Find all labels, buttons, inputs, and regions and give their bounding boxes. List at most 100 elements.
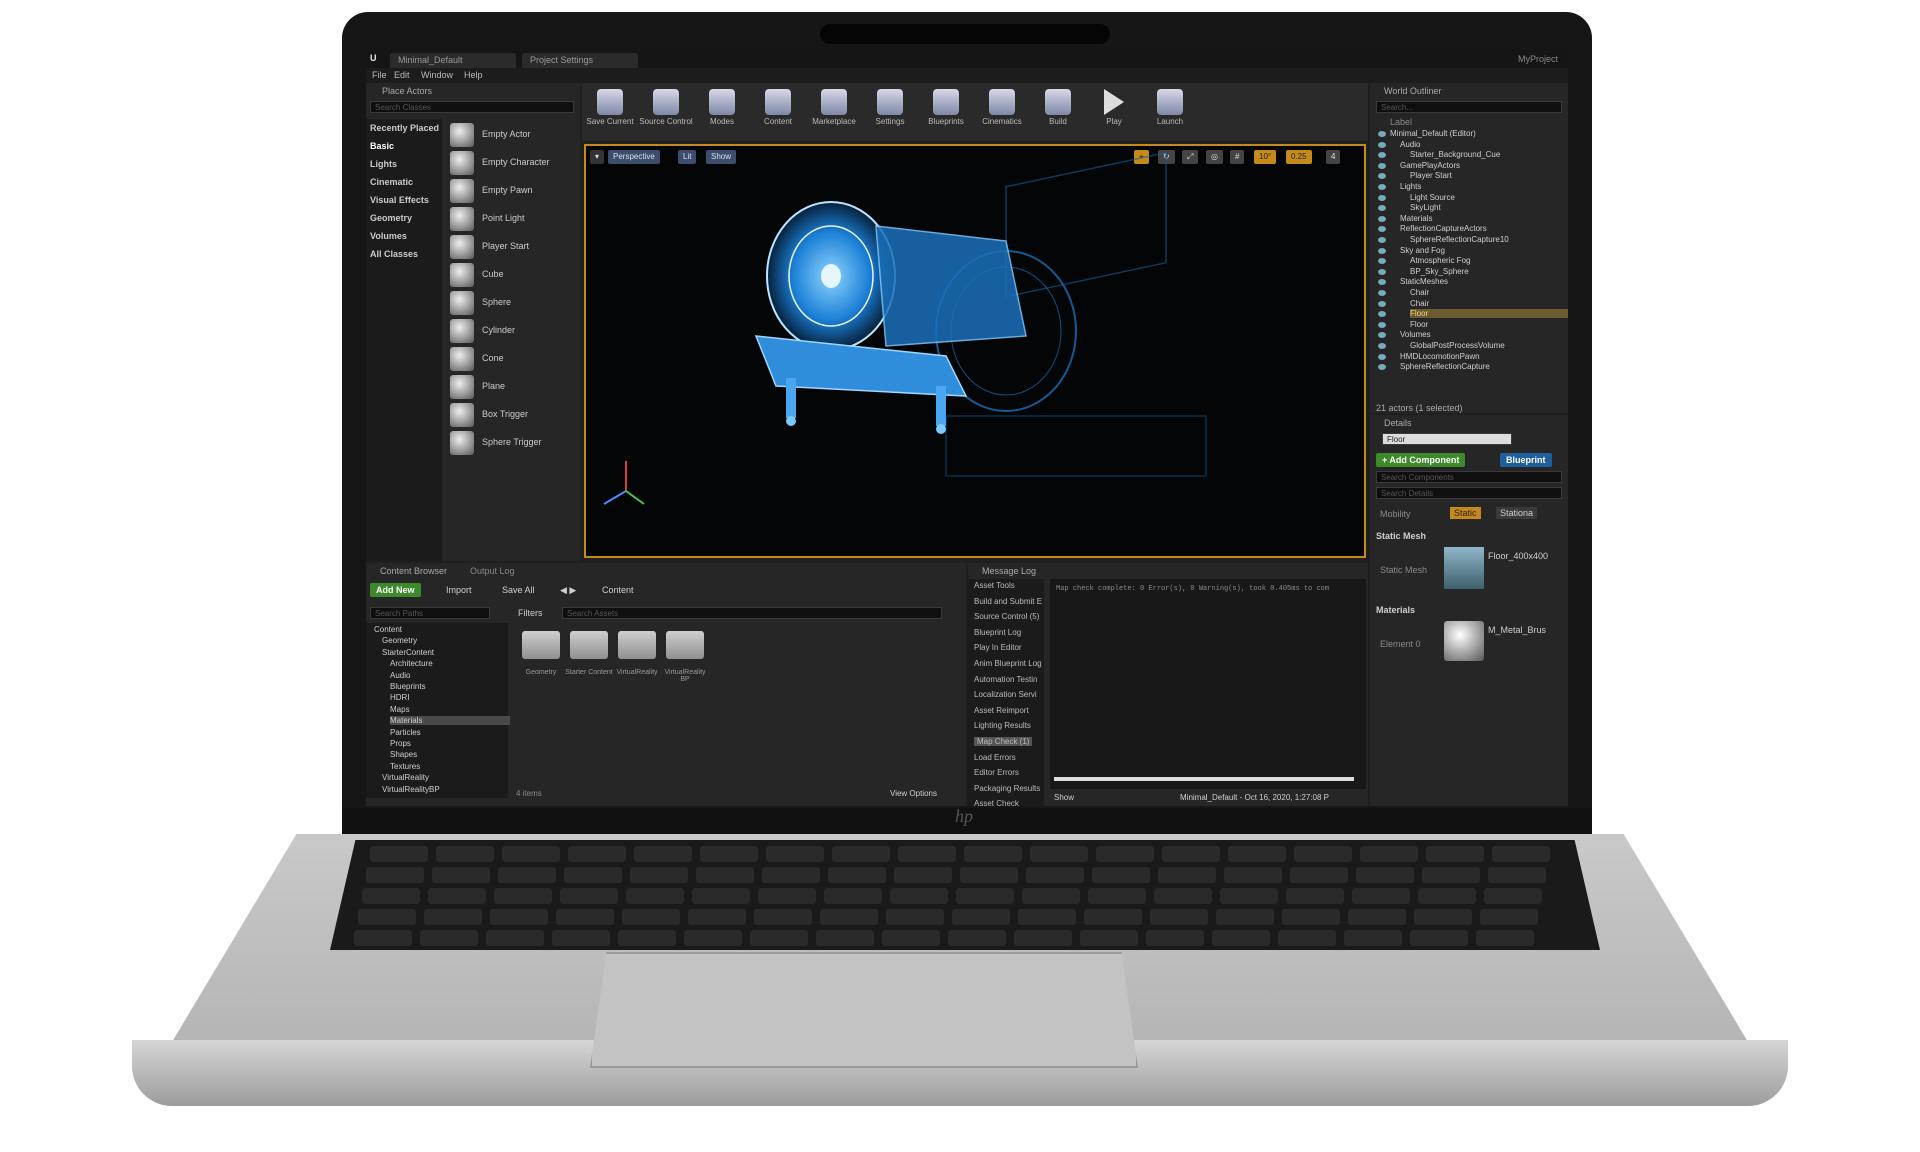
category-cinematic[interactable]: Cinematic xyxy=(370,177,413,187)
folder-tree-item[interactable]: Audio xyxy=(390,671,410,680)
add-component-button[interactable]: + Add Component xyxy=(1376,453,1466,467)
actor-name-field[interactable]: Floor xyxy=(1382,433,1512,445)
message-log-category[interactable]: Lighting Results xyxy=(974,721,1031,730)
message-log-category[interactable]: Packaging Results xyxy=(974,784,1040,793)
log-page-selector[interactable]: Minimal_Default - Oct 16, 2020, 1:27:08 … xyxy=(1180,793,1329,802)
nav-back-forward-icon[interactable]: ◀ ▶ xyxy=(560,585,576,596)
actor-point-light[interactable]: Point Light xyxy=(446,205,566,233)
outliner-item[interactable]: GamePlayActors xyxy=(1400,161,1460,170)
visibility-eye-icon[interactable] xyxy=(1378,321,1386,328)
search-assets-input[interactable]: Search Assets xyxy=(562,607,942,619)
message-log-category[interactable]: Build and Submit E xyxy=(974,597,1042,606)
folder-virtualreality[interactable] xyxy=(618,631,656,659)
save-all-button[interactable]: Save All xyxy=(502,585,535,595)
search-paths-input[interactable]: Search Paths xyxy=(370,607,490,619)
cinematics-button[interactable]: Cinematics xyxy=(974,87,1030,137)
outliner-item[interactable]: Materials xyxy=(1400,214,1432,223)
visibility-eye-icon[interactable] xyxy=(1378,311,1386,318)
material-thumbnail[interactable] xyxy=(1444,621,1484,661)
folder-virtualreality-bp[interactable] xyxy=(666,631,704,659)
build-button[interactable]: Build xyxy=(1030,87,1086,137)
blueprints-button[interactable]: Blueprints xyxy=(918,87,974,137)
blueprint-button[interactable]: Blueprint xyxy=(1500,453,1552,467)
settings-button[interactable]: Settings xyxy=(862,87,918,137)
actor-sphere[interactable]: Sphere xyxy=(446,289,566,317)
visibility-eye-icon[interactable] xyxy=(1378,343,1386,349)
visibility-eye-icon[interactable] xyxy=(1378,353,1386,360)
search-details-input[interactable]: Search Details xyxy=(1376,487,1562,499)
folder-geometry[interactable] xyxy=(522,631,560,659)
actor-plane[interactable]: Plane xyxy=(446,373,566,401)
save-current-button[interactable]: Save Current xyxy=(582,87,638,137)
message-log-category[interactable]: Anim Blueprint Log xyxy=(974,659,1042,668)
visibility-eye-icon[interactable] xyxy=(1378,194,1386,201)
outliner-item[interactable]: SphereReflectionCapture10 xyxy=(1410,235,1509,244)
static-mesh-thumbnail[interactable] xyxy=(1444,547,1484,589)
folder-tree-item[interactable]: Content xyxy=(374,625,402,634)
outliner-item[interactable]: Audio xyxy=(1400,140,1420,149)
filters-button[interactable]: Filters xyxy=(518,608,543,618)
folder-tree-item[interactable]: Particles xyxy=(390,728,421,737)
mobility-stationary-toggle[interactable]: Stationa xyxy=(1496,507,1538,519)
folder-tree-item[interactable]: HDRI xyxy=(390,693,410,702)
log-scrollbar[interactable] xyxy=(1054,777,1354,781)
visibility-eye-icon[interactable] xyxy=(1378,300,1386,307)
outliner-item[interactable]: Lights xyxy=(1400,182,1421,191)
menu-help[interactable]: Help xyxy=(464,70,483,80)
menu-file[interactable]: File xyxy=(372,70,387,80)
add-new-button[interactable]: Add New xyxy=(370,583,421,597)
message-log-category[interactable]: Asset Check xyxy=(974,799,1019,806)
actor-sphere-trigger[interactable]: Sphere Trigger xyxy=(446,429,566,457)
outliner-item[interactable]: StaticMeshes xyxy=(1400,277,1448,286)
message-log-category[interactable]: Load Errors xyxy=(974,753,1016,762)
actor-empty-pawn[interactable]: Empty Pawn xyxy=(446,177,566,205)
category-lights[interactable]: Lights xyxy=(370,159,397,169)
category-visual-effects[interactable]: Visual Effects xyxy=(370,195,429,205)
folder-tree-item[interactable]: StarterContent xyxy=(382,648,434,657)
message-log-category[interactable]: Asset Tools xyxy=(974,581,1015,590)
static-mesh-section[interactable]: Static Mesh xyxy=(1376,531,1426,541)
outliner-item[interactable]: Sky and Fog xyxy=(1400,246,1445,255)
folder-tree-item[interactable]: Maps xyxy=(390,705,410,714)
folder-tree-item[interactable]: Geometry xyxy=(382,636,417,645)
visibility-eye-icon[interactable] xyxy=(1378,290,1386,296)
message-log-category[interactable]: Play In Editor xyxy=(974,643,1022,652)
visibility-eye-icon[interactable] xyxy=(1378,184,1386,190)
outliner-item[interactable]: Atmospheric Fog xyxy=(1410,256,1470,265)
outliner-item[interactable]: Floor xyxy=(1410,309,1568,319)
modes-button[interactable]: Modes xyxy=(694,87,750,137)
visibility-eye-icon[interactable] xyxy=(1378,268,1386,275)
outliner-search-input[interactable]: Search... xyxy=(1376,101,1562,113)
outliner-item[interactable]: Starter_Background_Cue xyxy=(1410,150,1500,159)
menu-edit[interactable]: Edit xyxy=(394,70,410,80)
folder-tree-item[interactable]: Materials xyxy=(390,716,510,726)
actor-empty-actor[interactable]: Empty Actor xyxy=(446,121,566,149)
tab-minimal-default[interactable]: Minimal_Default xyxy=(390,53,516,68)
message-log-category[interactable]: Localization Servi xyxy=(974,690,1037,699)
show-filter-button[interactable]: Show xyxy=(1054,793,1074,802)
folder-tree-item[interactable]: VirtualRealityBP xyxy=(382,785,440,794)
outliner-item[interactable]: SkyLight xyxy=(1410,203,1441,212)
menu-window[interactable]: Window xyxy=(421,70,453,80)
visibility-eye-icon[interactable] xyxy=(1378,237,1386,243)
message-log-category[interactable]: Blueprint Log xyxy=(974,628,1021,637)
category-recently-placed[interactable]: Recently Placed xyxy=(370,123,439,133)
visibility-eye-icon[interactable] xyxy=(1378,258,1386,265)
message-log-category[interactable]: Automation Testin xyxy=(974,675,1037,684)
path-breadcrumb[interactable]: Content xyxy=(602,585,634,595)
folder-starter-content[interactable] xyxy=(570,631,608,659)
outliner-item[interactable]: Volumes xyxy=(1400,330,1431,339)
outliner-item[interactable]: BP_Sky_Sphere xyxy=(1410,267,1469,276)
visibility-eye-icon[interactable] xyxy=(1378,152,1386,159)
outliner-item[interactable]: Chair xyxy=(1410,299,1429,308)
actor-cone[interactable]: Cone xyxy=(446,345,566,373)
launch-button[interactable]: Launch xyxy=(1142,87,1198,137)
visibility-eye-icon[interactable] xyxy=(1378,205,1386,212)
tab-output-log[interactable]: Output Log xyxy=(470,566,515,576)
play-button[interactable]: Play xyxy=(1086,87,1142,137)
actor-box-trigger[interactable]: Box Trigger xyxy=(446,401,566,429)
level-viewport[interactable]: ▾ Perspective Lit Show ⌖ ↻ ⤢ ◎ # 10° 0.2… xyxy=(584,144,1366,558)
actor-player-start[interactable]: Player Start xyxy=(446,233,566,261)
actor-cylinder[interactable]: Cylinder xyxy=(446,317,566,345)
search-components-input[interactable]: Search Components xyxy=(1376,471,1562,483)
